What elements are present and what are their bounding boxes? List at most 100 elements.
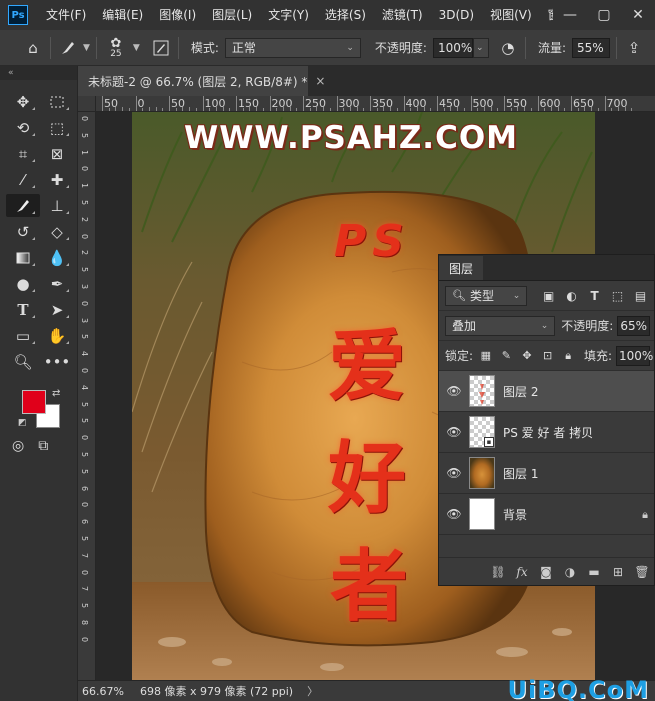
hand-tool-icon[interactable]: ✋ bbox=[40, 324, 74, 347]
move-tool-icon[interactable]: ✥ bbox=[6, 90, 40, 113]
lock-transparent-icon[interactable]: ▦ bbox=[477, 347, 495, 365]
opacity-input[interactable]: 100% bbox=[432, 37, 473, 58]
brush-size-picker[interactable]: ✿ 25 bbox=[103, 34, 129, 62]
close-button[interactable]: ✕ bbox=[621, 0, 655, 30]
healing-brush-tool-icon[interactable]: ✚ bbox=[40, 168, 74, 191]
zoom-level[interactable]: 66.67% bbox=[78, 685, 134, 698]
filter-shape-icon[interactable]: ⬚ bbox=[608, 286, 627, 306]
layer-opacity-input[interactable]: 65% bbox=[617, 315, 650, 336]
pressure-opacity-icon[interactable]: ◔ bbox=[497, 37, 519, 59]
minimize-button[interactable]: — bbox=[553, 0, 587, 30]
quick-mask-icon[interactable]: ◎ bbox=[12, 438, 24, 454]
fill-input[interactable]: 100% bbox=[615, 345, 653, 366]
menu-file[interactable]: 文件(F) bbox=[38, 0, 94, 30]
layer-style-icon[interactable]: fx bbox=[514, 565, 530, 579]
share-icon[interactable]: ⇪ bbox=[623, 37, 645, 59]
marquee-tool-icon[interactable] bbox=[40, 90, 74, 113]
new-layer-icon[interactable]: ⊞ bbox=[610, 565, 626, 579]
delete-layer-icon[interactable]: 🗑︎ bbox=[634, 565, 650, 579]
opacity-dropdown[interactable]: ⌄ bbox=[472, 37, 489, 58]
vertical-ruler[interactable]: 05101520253035404550556065707580 bbox=[78, 112, 96, 680]
foreground-color[interactable] bbox=[22, 390, 46, 414]
ruler-minor-tick bbox=[189, 107, 191, 111]
horizontal-ruler[interactable]: 50 0 50 100 150 200 250 300 350 400 450 500 550 600 65… bbox=[96, 96, 655, 112]
visibility-eye-icon[interactable]: 👁︎ bbox=[439, 507, 469, 521]
menu-select[interactable]: 选择(S) bbox=[317, 0, 374, 30]
adjustment-layer-icon[interactable]: ◑ bbox=[562, 565, 578, 579]
default-colors-icon[interactable]: ◩ bbox=[18, 418, 27, 428]
lock-all-icon[interactable]: 🔒︎ bbox=[559, 347, 577, 365]
link-layers-icon[interactable]: ⛓ bbox=[490, 565, 506, 579]
filter-type-icon[interactable]: T bbox=[585, 286, 604, 306]
filter-smart-object-icon[interactable]: ▤ bbox=[631, 286, 650, 306]
menu-layer[interactable]: 图层(L) bbox=[204, 0, 260, 30]
flow-input[interactable]: 55% bbox=[571, 37, 610, 58]
document-info: 698 像素 x 979 像素 (72 ppi) bbox=[140, 685, 294, 698]
more-tools-icon[interactable]: ••• bbox=[40, 350, 74, 373]
menu-3d[interactable]: 3D(D) bbox=[431, 0, 482, 30]
toolbar-collapse[interactable]: « bbox=[0, 66, 77, 80]
tab-layers[interactable]: 图层 bbox=[439, 256, 484, 280]
lock-position-icon[interactable]: ✥ bbox=[518, 347, 536, 365]
layer-opacity-label: 不透明度: bbox=[561, 319, 614, 333]
quick-select-tool-icon[interactable]: ⬚ bbox=[40, 116, 74, 139]
clone-stamp-tool-icon[interactable]: ⊥ bbox=[40, 194, 74, 217]
visibility-eye-icon[interactable]: 👁︎ bbox=[439, 425, 469, 439]
blend-mode-select[interactable]: 叠加 ⌄ bbox=[445, 315, 556, 336]
brush-tool-icon[interactable] bbox=[6, 194, 40, 217]
mode-select[interactable]: 正常 ⌄ bbox=[224, 37, 361, 58]
maximize-button[interactable]: ▢ bbox=[587, 0, 621, 30]
visibility-eye-icon[interactable]: 👁︎ bbox=[439, 384, 469, 398]
menu-edit[interactable]: 编辑(E) bbox=[94, 0, 151, 30]
brush-preset-icon[interactable] bbox=[57, 37, 79, 59]
frame-tool-icon[interactable]: ⊠ bbox=[40, 142, 74, 165]
blur-tool-icon[interactable]: 💧 bbox=[40, 246, 74, 269]
ruler-minor-tick bbox=[128, 108, 130, 111]
layer-row-background[interactable]: 👁︎ 背景 🔒︎ bbox=[439, 494, 654, 535]
brush-settings-icon[interactable] bbox=[150, 37, 172, 59]
rectangle-tool-icon[interactable]: ▭ bbox=[6, 324, 40, 347]
dodge-tool-icon[interactable]: ● bbox=[6, 272, 40, 295]
filter-kind-select[interactable]: 🔍︎ 类型 ⌄ bbox=[445, 285, 528, 306]
ruler-tick-label: 3 bbox=[80, 317, 89, 323]
history-brush-tool-icon[interactable]: ↺ bbox=[6, 220, 40, 243]
visibility-eye-icon[interactable]: 👁︎ bbox=[439, 466, 469, 480]
layer-row-ps-copy[interactable]: 👁︎ ▪ PS 爱 好 者 拷贝 bbox=[439, 412, 654, 453]
ruler-tick-label: 0 bbox=[80, 300, 89, 306]
ruler-tick-label: 0 bbox=[80, 166, 89, 172]
ruler-minor-tick bbox=[343, 108, 345, 111]
menu-view[interactable]: 视图(V) bbox=[482, 0, 540, 30]
path-select-tool-icon[interactable]: ➤ bbox=[40, 298, 74, 321]
filter-pixel-icon[interactable]: ▣ bbox=[539, 286, 558, 306]
home-icon[interactable]: ⌂ bbox=[22, 37, 44, 59]
lock-image-icon[interactable]: ✎ bbox=[498, 347, 516, 365]
layer-row-layer-2[interactable]: 👁︎ 图层 2 bbox=[439, 371, 654, 412]
menu-image[interactable]: 图像(I) bbox=[151, 0, 204, 30]
eraser-tool-icon[interactable]: ◇ bbox=[40, 220, 74, 243]
swap-colors-icon[interactable]: ⇄ bbox=[52, 388, 60, 399]
eyedropper-tool-icon[interactable]: ⁄ bbox=[6, 168, 40, 191]
chevron-down-icon[interactable]: ▼ bbox=[83, 43, 90, 53]
ruler-tick-label: 5 bbox=[80, 468, 89, 474]
lasso-tool-icon[interactable]: ⟲ bbox=[6, 116, 40, 139]
ruler-origin[interactable] bbox=[78, 96, 96, 112]
crop-tool-icon[interactable]: ⌗ bbox=[6, 142, 40, 165]
new-group-icon[interactable]: ▬ bbox=[586, 565, 602, 579]
menu-filter[interactable]: 滤镜(T) bbox=[374, 0, 431, 30]
close-tab-icon[interactable]: × bbox=[315, 74, 325, 88]
lock-artboard-icon[interactable]: ⊡ bbox=[539, 347, 557, 365]
filter-adjustment-icon[interactable]: ◐ bbox=[562, 286, 581, 306]
layer-row-layer-1[interactable]: 👁︎ 图层 1 bbox=[439, 453, 654, 494]
add-mask-icon[interactable]: ◙ bbox=[538, 565, 554, 579]
screen-mode-icon[interactable]: ⧉ bbox=[38, 438, 48, 454]
gradient-tool-icon[interactable] bbox=[6, 246, 40, 269]
chevron-right-icon[interactable]: 〉 bbox=[307, 683, 318, 699]
pen-tool-icon[interactable]: ✒ bbox=[40, 272, 74, 295]
type-tool-icon[interactable]: T bbox=[6, 298, 40, 321]
chevron-down-icon[interactable]: ▼ bbox=[133, 43, 140, 53]
menu-type[interactable]: 文字(Y) bbox=[260, 0, 317, 30]
ruler-minor-tick bbox=[390, 107, 392, 111]
zoom-tool-icon[interactable]: 🔍︎ bbox=[6, 350, 40, 373]
document-tab[interactable]: 未标题-2 @ 66.7% (图层 2, RGB/8#) * × bbox=[78, 66, 325, 96]
ruler-tick bbox=[604, 96, 606, 111]
